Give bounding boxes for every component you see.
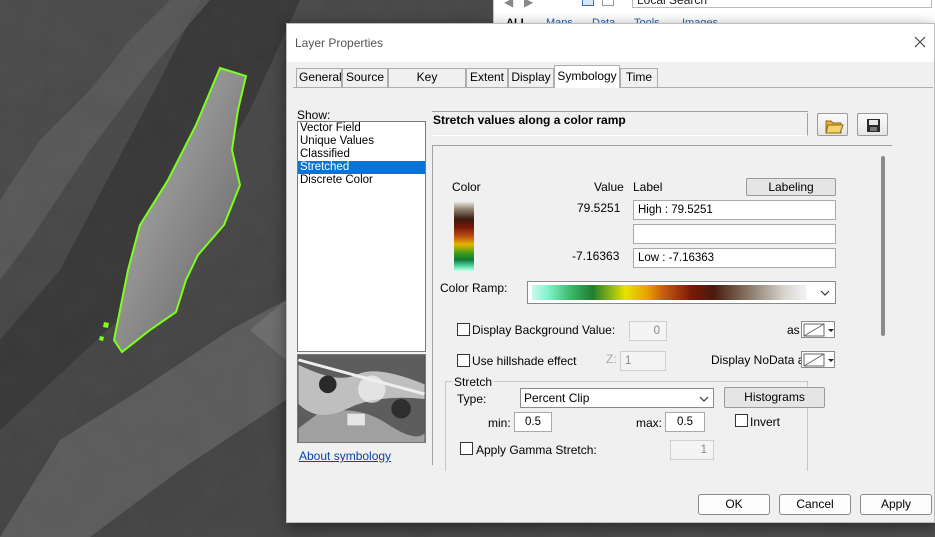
heading-divider [432, 111, 808, 112]
legend-color-header: Color [452, 180, 481, 194]
stretch-type-dropdown[interactable]: Percent Clip [520, 388, 714, 408]
background-color-picker[interactable] [801, 321, 835, 338]
legend-low-value: -7.16363 [572, 249, 620, 263]
apply-button[interactable]: Apply [860, 494, 932, 515]
labeling-button[interactable]: Labeling [746, 178, 836, 196]
folder-open-icon [825, 120, 844, 134]
stretch-type-label: Type: [457, 392, 487, 406]
catalog-tool-icon[interactable] [602, 0, 614, 6]
hillshade-checkbox[interactable] [457, 354, 470, 367]
background-as-label: as [787, 323, 800, 337]
tab-display[interactable]: Display [508, 68, 554, 87]
about-symbology-link[interactable]: About symbology [299, 449, 391, 463]
open-symbology-button[interactable] [817, 113, 848, 136]
color-ramp-dropdown[interactable] [527, 281, 836, 304]
ok-button[interactable]: OK [698, 494, 770, 515]
show-listbox[interactable]: Vector Field Unique Values Classified St… [297, 121, 426, 352]
floppy-save-icon [867, 119, 880, 132]
tab-key-metadata[interactable]: Key Metadata [388, 68, 466, 101]
invert-checkbox[interactable] [735, 414, 748, 427]
background-value-input[interactable]: 0 [629, 321, 667, 341]
show-item-classified[interactable]: Classified [298, 148, 425, 161]
display-background-label: Display Background Value: [472, 323, 616, 337]
hillshade-label: Use hillshade effect [472, 354, 577, 368]
show-item-stretched[interactable]: Stretched [298, 161, 425, 174]
dialog-title: Layer Properties [295, 36, 384, 50]
legend-high-label-input[interactable]: High : 79.5251 [633, 200, 836, 220]
show-label: Show: [297, 108, 331, 122]
tab-general[interactable]: General [296, 68, 342, 87]
stretch-max-label: max: [636, 416, 663, 430]
tab-extent[interactable]: Extent [466, 68, 508, 87]
legend-low-label-input[interactable]: Low : -7.16363 [633, 248, 836, 268]
show-item-unique-values[interactable]: Unique Values [298, 135, 425, 148]
legend-mid-label-input[interactable] [633, 224, 836, 244]
stretch-max-input[interactable]: 0.5 [665, 412, 705, 432]
stretch-group-title: Stretch [452, 375, 495, 389]
cancel-button[interactable]: Cancel [779, 494, 851, 515]
tab-time[interactable]: Time [620, 68, 658, 87]
dialog-titlebar[interactable]: Layer Properties [287, 24, 934, 62]
legend-color-swatch[interactable] [454, 201, 474, 271]
chevron-down-icon [820, 290, 830, 296]
forward-arrow-icon[interactable]: ▶ [524, 0, 533, 9]
content-scrollbar[interactable] [881, 156, 885, 336]
tab-source[interactable]: Source [342, 68, 388, 87]
show-item-discrete-color[interactable]: Discrete Color [298, 174, 425, 187]
color-ramp-preview [532, 285, 807, 300]
color-ramp-label: Color Ramp: [440, 281, 508, 295]
catalog-search-input[interactable]: Local Search [632, 0, 932, 8]
hillshade-z-label: Z: [606, 352, 617, 366]
histograms-button[interactable]: Histograms [724, 387, 825, 408]
catalog-home-icon[interactable] [582, 0, 594, 6]
legend-label-header: Label [633, 180, 663, 194]
gamma-stretch-checkbox[interactable] [460, 442, 473, 455]
legend-high-value: 79.5251 [577, 201, 621, 215]
display-background-checkbox[interactable] [457, 323, 470, 336]
nodata-label: Display NoData as [711, 353, 811, 367]
nodata-color-picker[interactable] [801, 351, 835, 368]
stretch-type-value: Percent Clip [524, 391, 590, 405]
symbology-preview-image [297, 354, 426, 443]
back-arrow-icon[interactable]: ◀ [504, 0, 513, 9]
hillshade-z-input[interactable]: 1 [620, 351, 666, 371]
show-item-vector-field[interactable]: Vector Field [298, 122, 425, 135]
stretch-min-label: min: [488, 416, 511, 430]
layer-properties-dialog: Layer Properties General Source Key Meta… [286, 23, 935, 523]
color-swatch-icon [803, 353, 834, 367]
gamma-value-input[interactable]: 1 [670, 440, 714, 460]
chevron-down-icon [699, 396, 709, 402]
gamma-stretch-label: Apply Gamma Stretch: [476, 443, 597, 457]
save-symbology-button[interactable] [857, 113, 888, 136]
legend-value-header: Value [594, 180, 624, 194]
stretch-min-input[interactable]: 0.5 [514, 412, 552, 432]
symbology-heading: Stretch values along a color ramp [432, 113, 808, 136]
close-icon[interactable] [910, 32, 930, 52]
invert-label: Invert [750, 415, 781, 429]
color-swatch-icon [803, 323, 834, 337]
tab-symbology[interactable]: Symbology [554, 65, 620, 88]
